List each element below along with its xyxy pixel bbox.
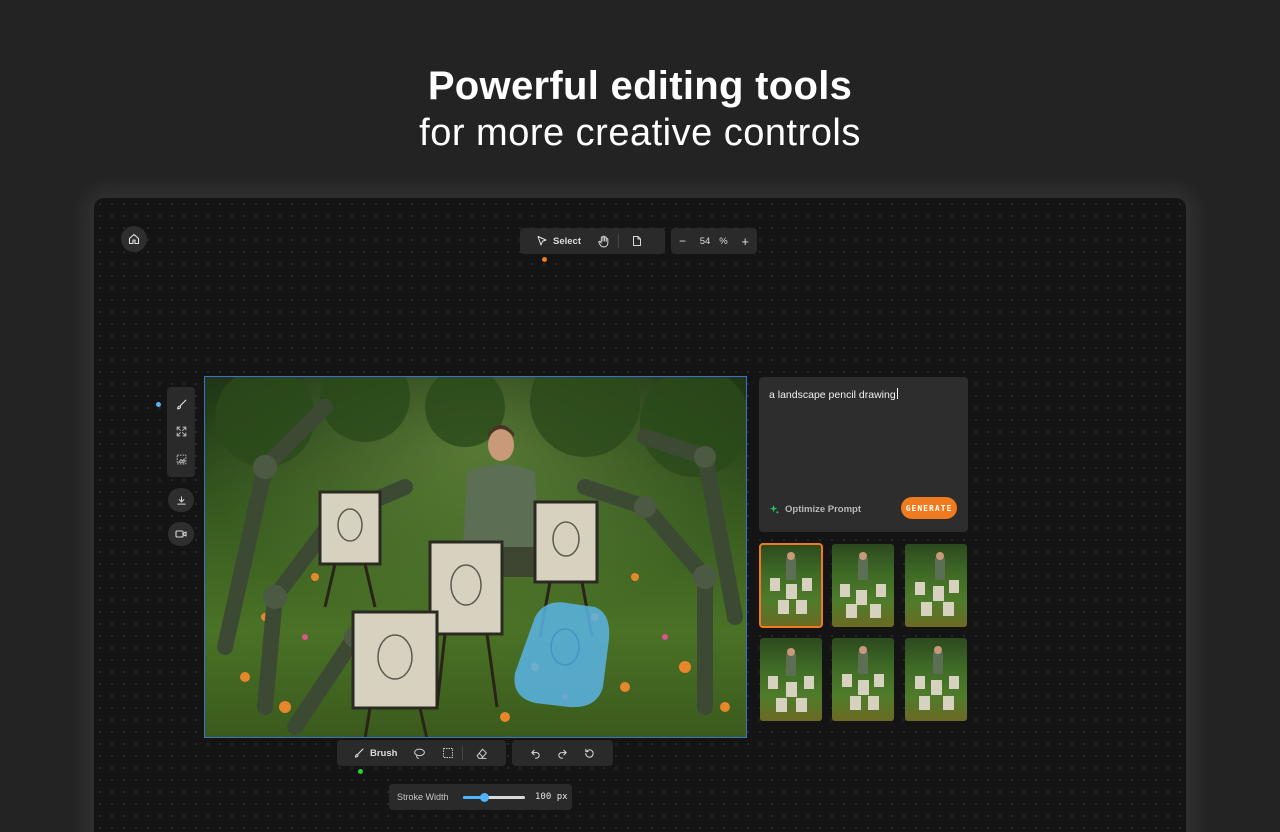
marquee-tool-button[interactable]: [434, 740, 462, 766]
zoom-value: 54: [699, 235, 711, 247]
reset-icon[interactable]: [584, 748, 595, 759]
thumbnail-4[interactable]: [760, 638, 822, 721]
redo-icon[interactable]: [557, 748, 568, 759]
brush-label: Brush: [370, 747, 398, 759]
download-button[interactable]: [168, 488, 194, 512]
history-toolbar: [512, 740, 613, 766]
stroke-width-label: Stroke Width: [397, 792, 449, 802]
expand-icon[interactable]: [175, 425, 188, 438]
zoom-control: − 54 % +: [671, 228, 757, 254]
zoom-out-button[interactable]: −: [679, 234, 686, 248]
prompt-input[interactable]: a landscape pencil drawing: [769, 388, 898, 401]
stroke-width-unit: px: [556, 792, 568, 802]
brush-tool-button[interactable]: Brush: [337, 740, 405, 766]
zoom-unit: %: [719, 235, 728, 247]
stroke-width-handle[interactable]: [480, 792, 490, 802]
brush-icon: [354, 748, 364, 758]
prompt-panel: a landscape pencil drawing Optimize Prom…: [759, 377, 968, 532]
thumbnail-1[interactable]: [759, 543, 823, 628]
thumbnail-image: [840, 552, 886, 618]
optimize-label: Optimize Prompt: [785, 504, 862, 515]
page-icon: [633, 236, 641, 246]
download-icon: [176, 495, 186, 505]
thumbnail-2[interactable]: [832, 544, 894, 627]
active-brush-indicator: [358, 769, 363, 774]
thumbnail-image: [768, 648, 814, 712]
text-caret: [896, 388, 898, 399]
lasso-tool-button[interactable]: [405, 740, 434, 766]
marquee-icon: [443, 748, 454, 758]
bottom-toolbar: Brush: [337, 740, 506, 766]
hand-icon: [598, 235, 609, 247]
zoom-in-button[interactable]: +: [741, 234, 749, 249]
side-tool-panel: [167, 387, 195, 477]
undo-icon[interactable]: [530, 748, 541, 759]
thumbnail-image: [842, 646, 884, 710]
editor-window: Select − 54 % + a landscape pencil drawi…: [94, 198, 1186, 832]
hero-subtitle: for more creative controls: [419, 112, 861, 154]
thumbnail-5[interactable]: [832, 638, 894, 721]
optimize-prompt-button[interactable]: Optimize Prompt: [769, 504, 861, 515]
image-edit-icon[interactable]: [175, 453, 188, 466]
hero-title: Powerful editing tools: [427, 64, 853, 108]
stroke-width-control: Stroke Width 100 px: [389, 784, 572, 810]
generated-image: [205, 377, 746, 737]
prompt-text: a landscape pencil drawing: [769, 389, 896, 401]
select-label: Select: [553, 235, 581, 247]
generate-button[interactable]: GENERATE: [901, 497, 957, 519]
eraser-icon: [477, 748, 488, 759]
brush-icon[interactable]: [175, 398, 188, 411]
select-tool-button[interactable]: Select: [520, 228, 589, 254]
pan-tool-button[interactable]: [589, 228, 618, 254]
thumbnail-image: [770, 552, 812, 614]
sparkle-icon: [769, 504, 780, 515]
side-panel-indicator: [156, 402, 161, 407]
stroke-width-slider[interactable]: [463, 792, 525, 802]
video-icon: [175, 530, 187, 538]
top-toolbar: Select: [520, 228, 665, 254]
eraser-tool-button[interactable]: [463, 740, 496, 766]
canvas-image[interactable]: [204, 376, 747, 738]
cursor-icon: [537, 236, 547, 246]
thumbnail-image: [915, 646, 959, 710]
stroke-width-value: 100: [535, 792, 552, 802]
home-icon: [128, 233, 140, 245]
page-tool-button[interactable]: [619, 228, 651, 254]
thumbnail-3[interactable]: [905, 544, 967, 627]
thumbnail-6[interactable]: [905, 638, 967, 721]
thumbnail-image: [915, 552, 959, 616]
home-button[interactable]: [121, 226, 147, 252]
lasso-icon: [414, 748, 426, 759]
active-tool-indicator: [542, 257, 547, 262]
video-button[interactable]: [168, 522, 194, 546]
